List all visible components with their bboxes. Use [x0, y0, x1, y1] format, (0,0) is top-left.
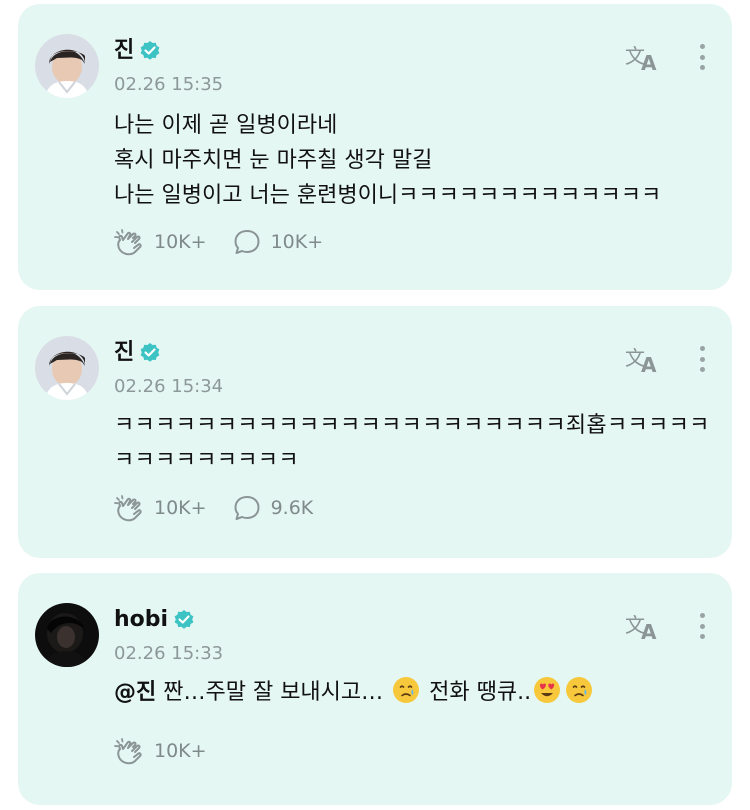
like-count: 10K+ — [154, 231, 207, 253]
author-name[interactable]: 진 — [114, 38, 134, 64]
crying-face-emoji — [565, 676, 593, 704]
mention-link[interactable]: @진 — [114, 680, 156, 705]
translate-icon[interactable]: 文 A — [624, 611, 662, 641]
crying-face-emoji — [392, 676, 420, 704]
comment-button[interactable]: 9.6K — [233, 494, 314, 522]
author-name[interactable]: 진 — [114, 340, 134, 366]
svg-text:A: A — [641, 51, 657, 72]
author-name[interactable]: hobi — [114, 607, 168, 633]
more-vertical-icon[interactable] — [694, 344, 710, 374]
post-card[interactable]: 진 02.26 15:34 文 A ㅋㅋㅋㅋㅋㅋㅋㅋㅋㅋㅋㅋㅋㅋㅋㅋㅋㅋㅋㅋㅋㅋ… — [18, 306, 732, 558]
comment-bubble-icon — [234, 496, 260, 520]
comment-count: 10K+ — [270, 231, 324, 253]
translate-icon[interactable]: 文 A — [624, 42, 662, 72]
comment-bubble-icon — [234, 230, 260, 254]
like-count: 10K+ — [154, 740, 207, 762]
like-button[interactable]: 10K+ — [114, 737, 207, 765]
heart-eyes-face-emoji — [533, 676, 561, 704]
post-body: ㅋㅋㅋㅋㅋㅋㅋㅋㅋㅋㅋㅋㅋㅋㅋㅋㅋㅋㅋㅋㅋㅋ죄홉ㅋㅋㅋㅋㅋㅋㅋㅋㅋㅋㅋㅋㅋㅋ — [114, 413, 710, 473]
post-actions: 10K+ — [114, 737, 233, 765]
post-actions: 10K+ 10K+ — [114, 228, 349, 256]
post-timestamp: 02.26 15:33 — [114, 643, 224, 664]
post-timestamp: 02.26 15:35 — [114, 74, 224, 95]
verified-badge-icon — [139, 342, 161, 364]
avatar[interactable] — [35, 34, 99, 98]
post-card[interactable]: 진 02.26 15:35 文 A 나는 이제 곧 일병이라네 혹시 마주치면 … — [18, 4, 732, 290]
svg-text:A: A — [641, 353, 657, 374]
like-count: 10K+ — [154, 497, 207, 519]
like-button[interactable]: 10K+ — [114, 494, 207, 522]
like-button[interactable]: 10K+ — [114, 228, 207, 256]
post-timestamp: 02.26 15:34 — [114, 376, 224, 397]
verified-badge-icon — [139, 40, 161, 62]
avatar[interactable] — [35, 336, 99, 400]
verified-badge-icon — [173, 609, 195, 631]
like-hands-icon — [114, 495, 142, 522]
comment-button[interactable]: 10K+ — [233, 228, 324, 256]
more-vertical-icon[interactable] — [694, 611, 710, 641]
svg-text:A: A — [641, 620, 657, 641]
avatar[interactable] — [35, 603, 99, 667]
comment-count: 9.6K — [270, 497, 314, 519]
like-hands-icon — [114, 738, 142, 765]
feed: 진 02.26 15:35 文 A 나는 이제 곧 일병이라네 혹시 마주치면 … — [0, 0, 750, 810]
post-text: 짠…주말 잘 보내시고… — [163, 680, 391, 705]
post-actions: 10K+ 9.6K — [114, 494, 339, 522]
translate-icon[interactable]: 文 A — [624, 344, 662, 374]
post-body: 나는 이제 곧 일병이라네 혹시 마주치면 눈 마주칠 생각 말길 나는 일병이… — [114, 113, 662, 208]
like-hands-icon — [114, 229, 142, 256]
post-text: 전화 땡큐.. — [422, 680, 532, 705]
post-body: @진 짠…주말 잘 보내시고… 전화 땡큐.. — [114, 673, 716, 713]
more-vertical-icon[interactable] — [694, 42, 710, 72]
post-card[interactable]: hobi 02.26 15:33 文 A @진 짠…주말 잘 보내시고… 전화 … — [18, 573, 732, 805]
